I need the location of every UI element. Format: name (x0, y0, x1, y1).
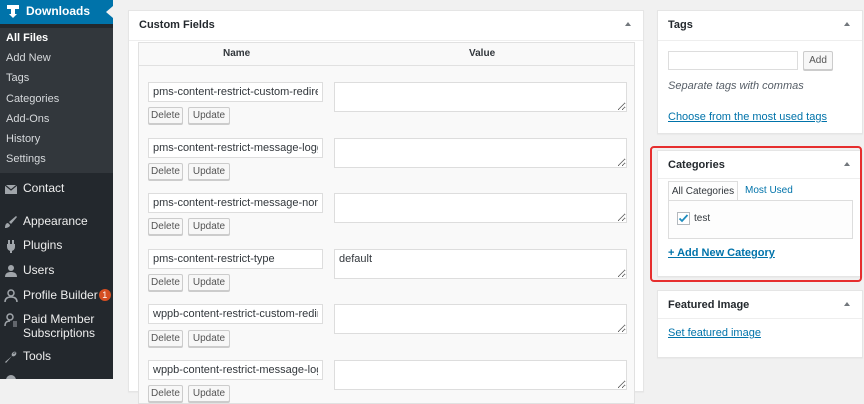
tags-box: Tags Add Separate tags with commas Choos… (657, 10, 863, 134)
box-title: Custom Fields (139, 19, 215, 31)
delete-button[interactable]: Delete (148, 107, 183, 124)
update-button[interactable]: Update (188, 163, 230, 180)
menu-item-downloads[interactable]: Downloads (0, 0, 113, 24)
custom-field-name-input[interactable] (148, 304, 323, 324)
update-button[interactable]: Update (188, 107, 230, 124)
most-used-tags-link[interactable]: Choose from the most used tags (668, 111, 827, 123)
custom-field-value-textarea[interactable] (334, 193, 627, 223)
toggle-panel-icon[interactable] (844, 302, 850, 306)
custom-fields-table: Name Value Delete Update Delete Update D… (138, 42, 635, 404)
divider (139, 65, 634, 66)
current-menu-arrow (106, 6, 113, 18)
custom-field-name-input[interactable] (148, 82, 323, 102)
column-header-value: Value (469, 48, 496, 59)
settings-icon (6, 375, 16, 379)
divider (658, 40, 862, 41)
menu-item-label: Contact (23, 181, 65, 195)
admin-sidebar: Downloads All Files Add New Tags Categor… (0, 0, 113, 379)
custom-field-name-input[interactable] (148, 249, 323, 269)
menu-item-label: Plugins (23, 238, 63, 252)
update-button[interactable]: Update (188, 218, 230, 235)
submenu-item-tags[interactable]: Tags (6, 72, 29, 84)
custom-field-name-input[interactable] (148, 360, 323, 380)
submenu-item-history[interactable]: History (6, 133, 40, 145)
submenu-item-settings[interactable]: Settings (6, 153, 46, 165)
tags-hint: Separate tags with commas (668, 80, 804, 92)
delete-button[interactable]: Delete (148, 330, 183, 347)
paintbrush-icon (5, 216, 17, 228)
menu-item-label-text: Profile Builder (23, 288, 98, 302)
divider (658, 318, 862, 319)
custom-field-value-textarea[interactable]: default (334, 249, 627, 279)
box-title: Categories (668, 159, 725, 171)
box-title: Featured Image (668, 299, 750, 311)
users-icon (5, 265, 17, 277)
custom-field-name-input[interactable] (148, 138, 323, 158)
custom-field-value-textarea[interactable] (334, 82, 627, 112)
column-header-name: Name (223, 48, 251, 59)
checkmark-icon (678, 214, 689, 223)
divider (129, 40, 643, 41)
new-tag-input[interactable] (668, 51, 798, 70)
mail-icon (4, 184, 18, 194)
menu-item-settings-partial[interactable] (0, 372, 113, 379)
member-icon (4, 313, 17, 327)
submenu-item-add-new[interactable]: Add New (6, 52, 51, 64)
add-new-category-link[interactable]: + Add New Category (668, 247, 775, 259)
downloads-submenu: All Files Add New Tags Categories Add-On… (0, 28, 113, 173)
toggle-panel-icon[interactable] (625, 22, 631, 26)
toggle-panel-icon[interactable] (844, 162, 850, 166)
toggle-panel-icon[interactable] (844, 22, 850, 26)
featured-image-box: Featured Image Set featured image (657, 290, 863, 358)
category-label: test (694, 213, 711, 224)
update-button[interactable]: Update (188, 385, 230, 402)
delete-button[interactable]: Delete (148, 163, 183, 180)
update-count-badge: 1 (98, 289, 111, 301)
profile-icon (4, 289, 18, 303)
menu-item-label: Profile Builder 1 (23, 288, 111, 302)
box-title: Tags (668, 19, 693, 31)
tab-most-used[interactable]: Most Used (745, 181, 793, 201)
plugin-icon (7, 240, 15, 253)
menu-item-label: Downloads (26, 4, 91, 18)
menu-item-label: Tools (23, 349, 52, 363)
custom-field-value-textarea[interactable] (334, 304, 627, 334)
update-button[interactable]: Update (188, 274, 230, 291)
submenu-item-categories[interactable]: Categories (6, 93, 59, 105)
wrench-icon (5, 351, 17, 363)
category-tabs: All Categories Most Used (668, 181, 852, 201)
custom-field-value-textarea[interactable] (334, 138, 627, 168)
submenu-item-all-files[interactable]: All Files (6, 32, 48, 44)
tab-all-categories[interactable]: All Categories (668, 181, 738, 201)
add-tag-button[interactable]: Add (803, 51, 833, 70)
download-icon (7, 5, 19, 18)
category-checkbox[interactable] (677, 212, 690, 225)
divider (658, 178, 862, 179)
submenu-item-add-ons[interactable]: Add-Ons (6, 113, 49, 125)
custom-field-value-textarea[interactable] (334, 360, 627, 390)
set-featured-image-link[interactable]: Set featured image (668, 327, 761, 339)
custom-fields-box: Custom Fields Name Value Delete Update D… (128, 10, 644, 404)
delete-button[interactable]: Delete (148, 218, 183, 235)
custom-field-name-input[interactable] (148, 193, 323, 213)
delete-button[interactable]: Delete (148, 274, 183, 291)
menu-item-label: Users (23, 263, 55, 277)
update-button[interactable]: Update (188, 330, 230, 347)
category-checklist: test (668, 200, 853, 239)
menu-item-label: Appearance (23, 214, 88, 228)
delete-button[interactable]: Delete (148, 385, 183, 402)
menu-item-label: Paid Member Subscriptions (23, 312, 96, 340)
categories-box: Categories All Categories Most Used test… (657, 150, 863, 277)
